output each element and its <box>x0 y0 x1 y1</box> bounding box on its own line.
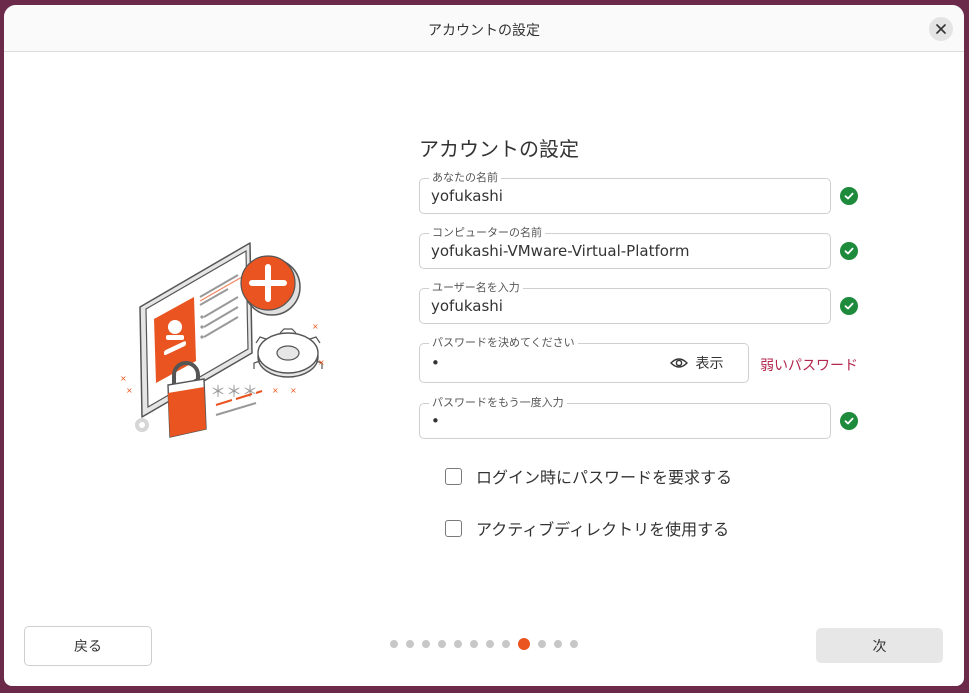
computer-name-field[interactable]: コンピューターの名前 yofukashi-VMware-Virtual-Plat… <box>419 226 831 269</box>
active-directory-label: アクティブディレクトリを使用する <box>476 520 730 539</box>
back-button[interactable]: 戻る <box>24 626 152 666</box>
confirm-check-icon <box>840 412 858 430</box>
require-password-option[interactable]: ログイン時にパスワードを要求する <box>445 464 732 488</box>
title-bar: アカウントの設定 <box>4 5 964 52</box>
password-strength-text: 弱いパスワード <box>760 358 858 374</box>
page-heading: アカウントの設定 <box>419 137 579 161</box>
require-password-checkbox[interactable] <box>445 467 462 485</box>
progress-dot <box>438 640 446 648</box>
svg-text:×: × <box>272 386 279 395</box>
password-value: • <box>431 354 440 372</box>
progress-dot <box>486 640 494 648</box>
computer-name-label: コンピューターの名前 <box>429 226 545 240</box>
username-value: yofukashi <box>431 297 503 315</box>
password-field[interactable]: パスワードを決めてください • <box>419 336 647 383</box>
confirm-password-value: • <box>431 412 440 430</box>
show-password-label: 表示 <box>695 356 724 372</box>
progress-dot-active <box>518 638 530 650</box>
name-check-icon <box>840 187 858 205</box>
username-label: ユーザー名を入力 <box>429 281 523 295</box>
confirm-password-label: パスワードをもう一度入力 <box>429 396 567 410</box>
svg-text:×: × <box>126 386 133 395</box>
require-password-label: ログイン時にパスワードを要求する <box>476 468 733 487</box>
progress-dots <box>390 638 578 650</box>
active-directory-checkbox[interactable] <box>445 519 462 537</box>
username-check-icon <box>840 297 858 315</box>
progress-dot <box>570 640 578 648</box>
name-label: あなたの名前 <box>429 171 501 185</box>
svg-text:＊＊＊: ＊＊＊ <box>210 382 258 401</box>
close-icon <box>936 24 946 34</box>
name-field[interactable]: あなたの名前 yofukashi <box>419 171 831 214</box>
close-button[interactable] <box>929 17 953 41</box>
name-value: yofukashi <box>431 187 503 205</box>
computer-name-value: yofukashi-VMware-Virtual-Platform <box>431 242 690 260</box>
progress-dot <box>422 640 430 648</box>
progress-dot <box>470 640 478 648</box>
username-field[interactable]: ユーザー名を入力 yofukashi <box>419 281 831 324</box>
progress-dot <box>502 640 510 648</box>
confirm-password-field[interactable]: パスワードをもう一度入力 • <box>419 396 831 439</box>
account-setup-illustration: ＊＊＊ × × × × × × <box>120 242 325 438</box>
progress-dot <box>406 640 414 648</box>
password-label: パスワードを決めてください <box>429 336 578 350</box>
progress-dot <box>454 640 462 648</box>
show-password-button[interactable]: 表示 <box>645 343 749 383</box>
window-title: アカウントの設定 <box>428 23 540 39</box>
progress-dot <box>538 640 546 648</box>
computer-name-check-icon <box>840 242 858 260</box>
active-directory-option[interactable]: アクティブディレクトリを使用する <box>445 516 729 540</box>
next-button[interactable]: 次 <box>816 628 943 663</box>
progress-dot <box>554 640 562 648</box>
svg-text:×: × <box>290 386 297 395</box>
svg-text:×: × <box>120 374 127 383</box>
svg-text:×: × <box>318 358 325 367</box>
progress-dot <box>390 640 398 648</box>
eye-icon <box>669 358 688 368</box>
svg-text:×: × <box>312 322 319 331</box>
installer-window: アカウントの設定 ＊＊＊ × × × × × × アカウントの設定 あなたの名前… <box>4 5 964 686</box>
